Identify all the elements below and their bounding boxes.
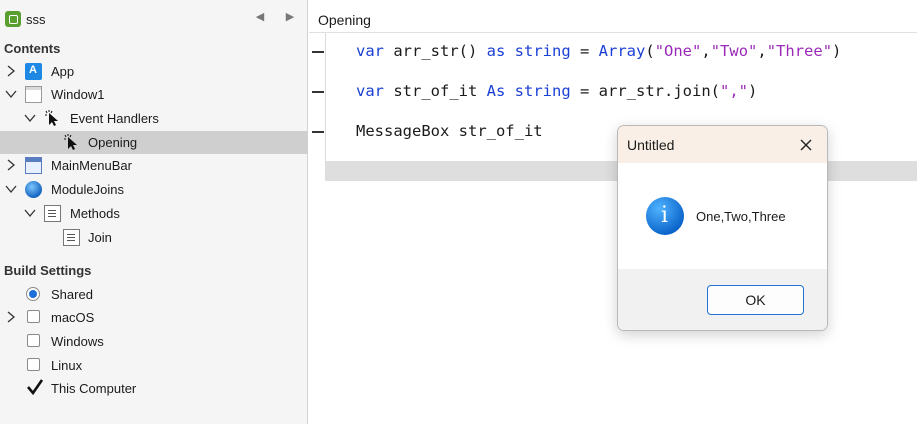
code-line-3[interactable]: MessageBox str_of_it <box>356 122 543 140</box>
build-item-windows[interactable]: Windows <box>0 330 308 353</box>
code-string: "Two" <box>710 42 758 60</box>
tree-item-label: Opening <box>88 135 138 150</box>
line-marker <box>312 91 324 93</box>
project-name: sss <box>26 12 46 27</box>
line-marker <box>312 51 324 53</box>
editor-gutter <box>309 33 325 424</box>
app-icon <box>25 63 42 80</box>
tree-item-label: ModuleJoins <box>51 182 124 197</box>
dialog-title: Untitled <box>627 137 675 153</box>
dialog-message: One,Two,Three <box>696 209 786 224</box>
code-text: MessageBox str_of_it <box>356 122 543 140</box>
chevron-right-icon[interactable] <box>5 158 17 172</box>
code-text: , <box>701 42 711 60</box>
menubar-icon <box>25 157 42 174</box>
methods-icon <box>44 205 61 222</box>
build-item-label: Linux <box>51 358 83 373</box>
code-keyword: string <box>514 82 571 100</box>
tree-item-label: Window1 <box>51 87 105 102</box>
code-text: str_of_it <box>384 82 487 100</box>
chevron-down-icon[interactable] <box>24 111 36 125</box>
code-text: = arr_str.join( <box>570 82 720 100</box>
code-keyword: var <box>356 82 384 100</box>
project-header[interactable]: sss ◀ ▶ <box>0 8 308 32</box>
code-text: = <box>570 42 599 60</box>
tree-item-app[interactable]: App <box>0 60 308 83</box>
tree-item-label: App <box>51 64 75 79</box>
build-item-macos[interactable]: macOS <box>0 306 308 329</box>
shared-radio[interactable] <box>26 287 40 301</box>
navigator-sidebar: sss ◀ ▶ Contents App Window1 Event Handl… <box>0 0 308 424</box>
chevron-down-icon[interactable] <box>5 87 17 101</box>
build-item-shared[interactable]: Shared <box>0 283 308 306</box>
editor-tab-title[interactable]: Opening <box>318 12 371 28</box>
tree-item-join[interactable]: Join <box>0 226 308 249</box>
code-keyword: As <box>486 82 506 100</box>
code-keyword: as <box>486 42 506 60</box>
window-icon <box>25 86 42 103</box>
build-item-label: macOS <box>51 310 95 325</box>
linux-checkbox[interactable] <box>27 358 40 371</box>
build-item-label: Windows <box>51 334 104 349</box>
code-line-2[interactable]: var str_of_it As string = arr_str.join("… <box>356 82 757 100</box>
build-item-linux[interactable]: Linux <box>0 354 308 377</box>
chevron-down-icon[interactable] <box>24 206 36 220</box>
tree-item-label: Methods <box>70 206 120 221</box>
back-arrow-icon[interactable]: ◀ <box>252 10 268 23</box>
code-text: , <box>757 42 767 60</box>
code-string: "One" <box>654 42 702 60</box>
code-string: "," <box>719 82 748 100</box>
contents-heading: Contents <box>4 41 61 56</box>
dialog-footer: OK <box>618 269 827 330</box>
forward-arrow-icon[interactable]: ▶ <box>282 10 298 23</box>
code-keyword: var <box>356 42 384 60</box>
ok-button[interactable]: OK <box>707 285 804 315</box>
dialog-body: i One,Two,Three <box>618 163 827 269</box>
tree-item-methods[interactable]: Methods <box>0 202 308 225</box>
tree-item-opening[interactable]: Opening <box>0 131 308 154</box>
chevron-right-icon[interactable] <box>5 64 17 78</box>
code-text: ) <box>747 82 758 100</box>
module-icon <box>25 181 42 198</box>
tree-item-event-handlers[interactable]: Event Handlers <box>0 107 308 130</box>
build-item-label: This Computer <box>51 381 137 396</box>
dialog-titlebar[interactable]: Untitled <box>618 126 827 163</box>
macos-checkbox[interactable] <box>27 310 40 323</box>
code-text: arr_str() <box>384 42 487 60</box>
tree-item-window1[interactable]: Window1 <box>0 83 308 106</box>
chevron-right-icon[interactable] <box>5 310 17 324</box>
build-item-this-computer[interactable]: This Computer <box>0 377 308 400</box>
line-marker <box>312 131 324 133</box>
checkmark-icon[interactable] <box>26 378 44 401</box>
code-keyword: string <box>514 42 571 60</box>
tree-item-label: MainMenuBar <box>51 158 132 173</box>
code-text: ) <box>832 42 842 60</box>
code-line-1[interactable]: var arr_str() as string = Array("One","T… <box>356 42 841 60</box>
method-icon <box>63 229 80 246</box>
tree-item-label: Join <box>88 230 112 245</box>
close-icon[interactable] <box>796 135 816 155</box>
tree-item-mainmenubar[interactable]: MainMenuBar <box>0 154 308 177</box>
build-item-label: Shared <box>51 287 93 302</box>
windows-checkbox[interactable] <box>27 334 40 347</box>
code-text: ( <box>645 42 655 60</box>
info-icon: i <box>646 197 684 235</box>
tree-item-modulejoins[interactable]: ModuleJoins <box>0 178 308 201</box>
code-keyword: Array <box>598 42 646 60</box>
build-settings-heading: Build Settings <box>4 263 92 278</box>
code-string: "Three" <box>766 42 833 60</box>
tree-item-label: Event Handlers <box>70 111 159 126</box>
chevron-down-icon[interactable] <box>5 182 17 196</box>
message-dialog: Untitled i One,Two,Three OK <box>617 125 828 331</box>
editor-tab-bar: Opening <box>309 0 917 33</box>
cursor-icon <box>44 110 61 127</box>
cursor-icon <box>63 134 80 151</box>
project-icon <box>5 11 21 27</box>
